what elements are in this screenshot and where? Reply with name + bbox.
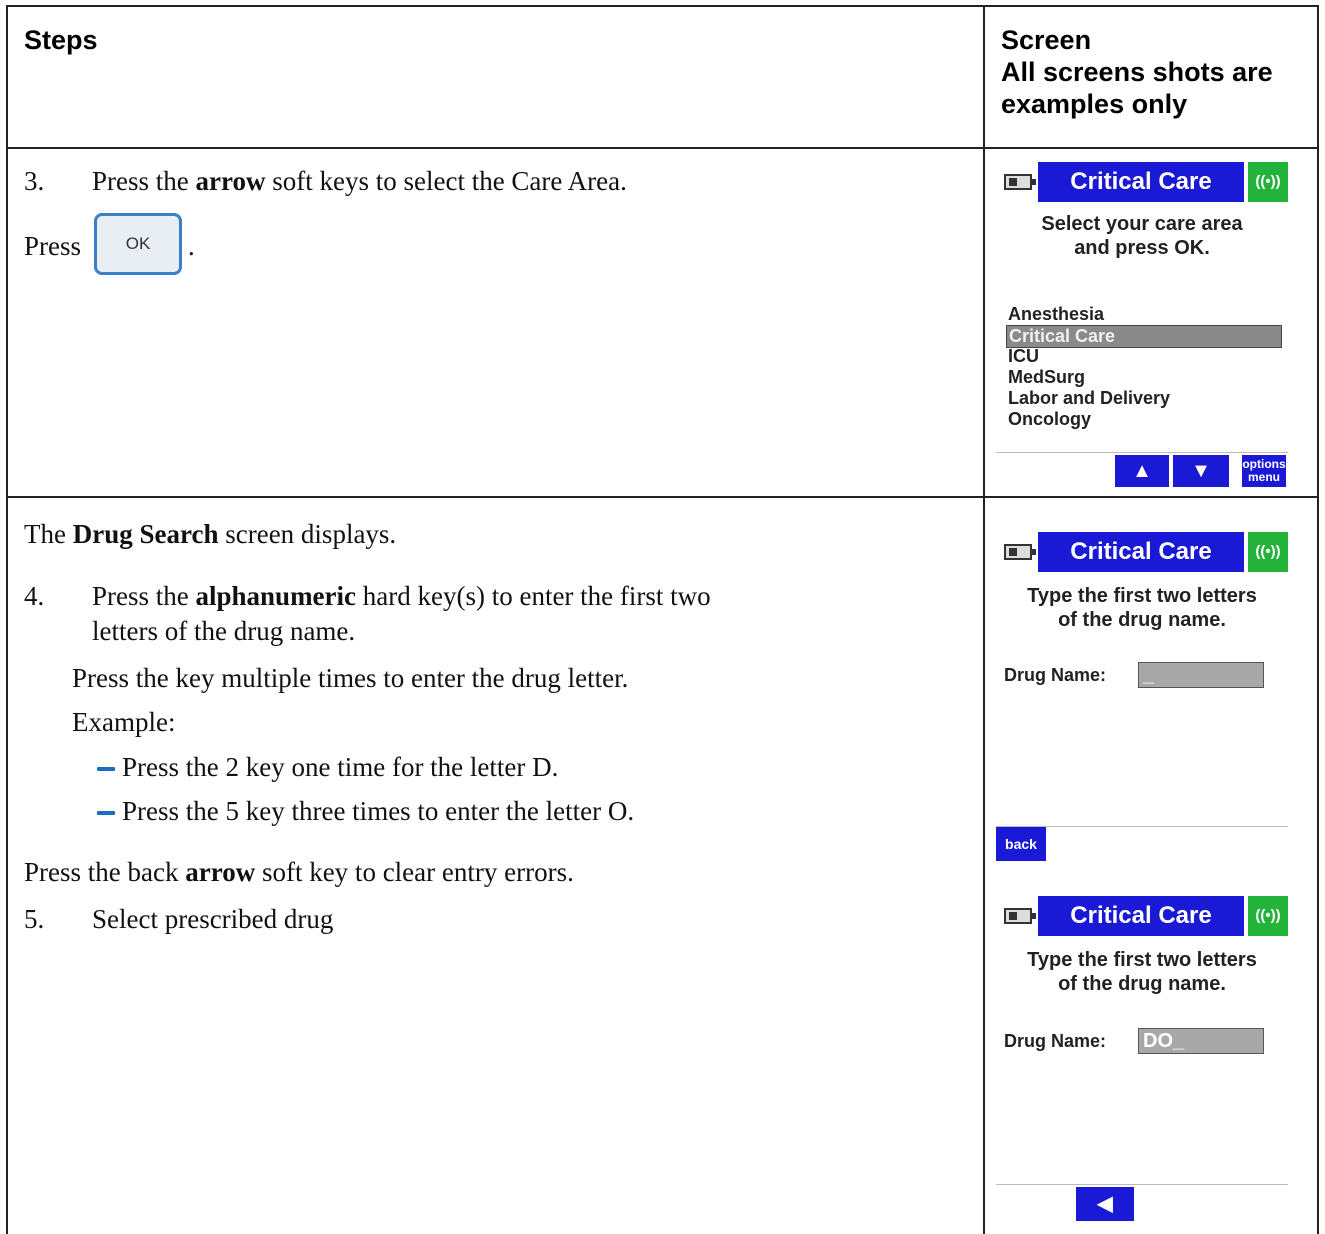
drug-name-field[interactable]: _ — [1138, 662, 1264, 688]
header-row-divider — [6, 147, 1319, 149]
step-4-bold: alphanumeric — [195, 581, 357, 611]
drug-prompt-line2: of the drug name. — [1058, 973, 1226, 995]
intro-bold: Drug Search — [72, 519, 219, 549]
back-bold: arrow — [185, 857, 256, 887]
step-4-text-line2: letters of the drug name. — [92, 616, 356, 646]
drug-name-field[interactable]: DO_ — [1138, 1028, 1264, 1054]
care-area-item: MedSurg — [1008, 367, 1086, 387]
intro-pre: The — [24, 519, 73, 549]
down-arrow-soft-key[interactable]: ▼ — [1173, 455, 1229, 487]
step-3-pre: Press the — [92, 166, 196, 196]
bullet-dash-1 — [97, 767, 115, 771]
drug-search-screen-empty: Critical Care ((•)) Type the first two l… — [996, 532, 1288, 710]
battery-icon — [1004, 908, 1036, 924]
battery-icon — [1004, 544, 1036, 560]
back-arrow-soft-key[interactable]: ◀ — [1076, 1187, 1134, 1221]
row-divider — [6, 496, 1319, 498]
back-pre: Press the back — [24, 857, 186, 887]
step-3-bold: arrow — [195, 166, 266, 196]
soft-key-bar: ▲ ▼ options menu — [996, 452, 1288, 487]
intro-post: screen displays. — [218, 519, 397, 549]
menu-label: menu — [1247, 470, 1280, 484]
wireless-icon: ((•)) — [1248, 162, 1288, 202]
drug-prompt-line2: of the drug name. — [1058, 609, 1226, 631]
up-arrow-soft-key[interactable]: ▲ — [1115, 455, 1169, 487]
bullet-dash-2 — [97, 811, 115, 815]
step-5-text: Select prescribed drug — [92, 904, 334, 934]
care-area-prompt-line1: Select your care area — [1041, 213, 1243, 235]
care-area-item: Labor and Delivery — [1008, 388, 1171, 408]
screen-header-line2: All screens shots are — [1001, 57, 1273, 87]
care-area-item: Oncology — [1008, 409, 1092, 429]
example-bullet-1: Press the 2 key one time for the letter … — [122, 752, 559, 782]
ok-key-button: OK — [94, 213, 182, 275]
step-3-number: 3. — [24, 166, 45, 196]
screen-column-header: Screen All screens shots are examples on… — [1001, 24, 1273, 120]
wireless-icon: ((•)) — [1248, 896, 1288, 936]
screen-title: Critical Care — [1038, 896, 1244, 936]
step-4-post: hard key(s) to enter the first two — [356, 581, 711, 611]
screen-title: Critical Care — [1038, 532, 1244, 572]
care-area-prompt-line2: and press OK. — [1074, 237, 1210, 259]
battery-icon — [1004, 174, 1036, 190]
drug-search-soft-bar: back — [996, 826, 1288, 861]
care-area-item: ICU — [1008, 346, 1039, 366]
care-area-item: Anesthesia — [1008, 304, 1105, 324]
drug-name-label: Drug Name: — [1004, 665, 1107, 685]
screen-header-line3: examples only — [1001, 89, 1188, 119]
options-menu-soft-key[interactable]: options menu — [1242, 455, 1286, 487]
multi-press-note: Press the key multiple times to enter th… — [72, 663, 629, 693]
steps-column-header: Steps — [24, 25, 98, 55]
example-bullet-2: Press the 5 key three times to enter the… — [122, 796, 635, 826]
step-4-number: 4. — [24, 581, 45, 611]
care-area-screen: Critical Care ((•)) Select your care are… — [996, 162, 1288, 488]
drug-search-screen-filled: Critical Care ((•)) Type the first two l… — [996, 896, 1288, 1086]
screen-header-line1: Screen — [1001, 25, 1092, 55]
drug-prompt-line1: Type the first two letters — [1027, 949, 1257, 971]
wireless-icon: ((•)) — [1248, 532, 1288, 572]
screen-title-bar: Critical Care ((•)) — [996, 896, 1288, 936]
step-3-post: soft keys to select the Care Area. — [265, 166, 627, 196]
column-divider — [983, 5, 985, 1234]
press-period: . — [188, 231, 195, 261]
back-soft-key[interactable]: back — [996, 827, 1046, 861]
step-5-number: 5. — [24, 904, 45, 934]
step-3-text: Press the arrow soft keys to select the … — [92, 164, 627, 198]
example-label: Example: — [72, 707, 176, 737]
back-arrow-note: Press the back arrow soft key to clear e… — [24, 855, 574, 889]
back-post: soft key to clear entry errors. — [255, 857, 574, 887]
drug-name-label: Drug Name: — [1004, 1031, 1107, 1051]
drug-search-intro: The Drug Search screen displays. — [24, 517, 396, 551]
screen-title-bar: Critical Care ((•)) — [996, 162, 1288, 202]
screen-title-bar: Critical Care ((•)) — [996, 532, 1288, 572]
press-label: Press — [24, 231, 82, 261]
step-4-pre: Press the — [92, 581, 196, 611]
care-area-item-selected: Critical Care — [1006, 325, 1282, 348]
drug-prompt-line1: Type the first two letters — [1027, 585, 1257, 607]
step-4-text: Press the alphanumeric hard key(s) to en… — [92, 579, 711, 613]
screen-title: Critical Care — [1038, 162, 1244, 202]
drug-entry-soft-bar: ◀ — [996, 1184, 1288, 1223]
